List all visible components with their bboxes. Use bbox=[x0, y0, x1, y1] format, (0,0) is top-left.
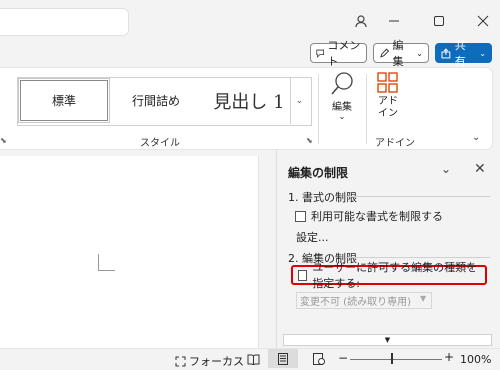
editing-button-label: 編集 bbox=[332, 102, 352, 113]
zoom-out-button[interactable]: − bbox=[338, 351, 348, 365]
share-button[interactable]: 共有 ⌄ bbox=[435, 39, 492, 68]
chevron-down-icon: ⌄ bbox=[479, 48, 486, 58]
zoom-slider[interactable] bbox=[350, 359, 442, 360]
close-icon[interactable]: ✕ bbox=[474, 161, 486, 177]
formatting-section-title: 1. 書式の制限 bbox=[288, 191, 357, 204]
zoom-in-button[interactable]: + bbox=[444, 350, 454, 364]
web-layout-button[interactable] bbox=[310, 351, 328, 367]
document-page[interactable] bbox=[0, 156, 259, 348]
focus-label: フォーカス bbox=[189, 355, 244, 368]
chevron-down-icon: ⌄ bbox=[416, 48, 423, 58]
pane-scrollbar[interactable]: ▼ bbox=[283, 334, 492, 346]
comment-button-label: コメント bbox=[327, 39, 361, 68]
formatting-restriction-option[interactable]: 利用可能な書式を制限する bbox=[295, 208, 443, 224]
ribbon-separator bbox=[366, 74, 367, 144]
addins-group-label: アドイン bbox=[375, 138, 415, 149]
editing-restriction-checkbox[interactable] bbox=[298, 269, 308, 281]
minimize-icon[interactable] bbox=[379, 8, 409, 34]
margin-marker bbox=[98, 254, 99, 271]
web-layout-icon bbox=[313, 353, 325, 365]
dialog-launcher-icon[interactable]: ⬊ bbox=[0, 136, 7, 145]
page-icon bbox=[278, 352, 288, 365]
style-normal[interactable]: 標準 bbox=[18, 78, 110, 123]
editing-button[interactable]: 編集 ⌄ bbox=[322, 71, 362, 131]
close-icon[interactable] bbox=[468, 8, 498, 34]
editing-mode-button[interactable]: 編集 ⌄ bbox=[373, 39, 429, 68]
addins-button[interactable]: アド イン bbox=[370, 72, 406, 132]
maximize-icon[interactable] bbox=[424, 8, 454, 34]
formatting-checkbox-label: 利用可能な書式を制限する bbox=[311, 210, 443, 223]
editing-checkbox-label: ユーザーに許可する編集の種類を指定する: bbox=[312, 261, 478, 290]
divider bbox=[346, 257, 490, 258]
editing-restriction-option[interactable]: ユーザーに許可する編集の種類を指定する: bbox=[291, 261, 487, 290]
formatting-checkbox[interactable] bbox=[295, 210, 306, 222]
chevron-down-icon: ▼ bbox=[420, 294, 427, 303]
share-button-label: 共有 bbox=[454, 39, 466, 68]
comment-button[interactable]: コメント bbox=[310, 39, 367, 68]
dialog-launcher-icon[interactable]: ⬊ bbox=[306, 136, 313, 145]
zoom-slider-thumb[interactable] bbox=[391, 353, 393, 364]
addins-icon bbox=[377, 72, 398, 93]
style-no-spacing[interactable]: 行間詰め bbox=[110, 78, 202, 123]
person-icon[interactable] bbox=[346, 8, 376, 34]
edit-type-select[interactable]: 変更不可 (読み取り専用) bbox=[296, 292, 432, 309]
gallery-more-icon[interactable]: ⌄ bbox=[290, 77, 308, 124]
chevron-down-icon[interactable]: ⌄ bbox=[441, 162, 451, 176]
chevron-down-icon[interactable]: ⌄ bbox=[472, 132, 480, 143]
editing-mode-label: 編集 bbox=[392, 39, 404, 68]
read-mode-button[interactable] bbox=[244, 351, 262, 367]
settings-link[interactable]: 設定... bbox=[296, 229, 329, 245]
share-icon bbox=[441, 47, 451, 58]
focus-button[interactable]: フォーカス bbox=[175, 353, 244, 369]
edit-type-value: 変更不可 (読み取り専用) bbox=[300, 297, 411, 308]
style-group-label: スタイル bbox=[140, 138, 180, 149]
margin-marker bbox=[98, 270, 115, 271]
divider bbox=[346, 196, 490, 197]
search-box[interactable] bbox=[0, 8, 129, 36]
search-icon bbox=[331, 72, 353, 95]
pane-title: 編集の制限 bbox=[288, 166, 349, 180]
print-layout-button[interactable] bbox=[268, 349, 298, 368]
book-icon bbox=[247, 354, 259, 365]
pencil-icon bbox=[380, 48, 390, 58]
style-gallery: 標準 行間詰め 見出し 1 bbox=[17, 77, 312, 126]
addins-button-label: アド イン bbox=[378, 96, 398, 119]
chevron-down-icon: ⌄ bbox=[338, 112, 346, 121]
focus-icon bbox=[175, 356, 186, 366]
scroll-down-icon: ▼ bbox=[384, 336, 391, 344]
ribbon-separator bbox=[318, 74, 319, 144]
zoom-level[interactable]: 100% bbox=[460, 353, 491, 366]
style-heading-1[interactable]: 見出し 1 bbox=[204, 78, 294, 123]
comment-icon bbox=[316, 49, 325, 58]
